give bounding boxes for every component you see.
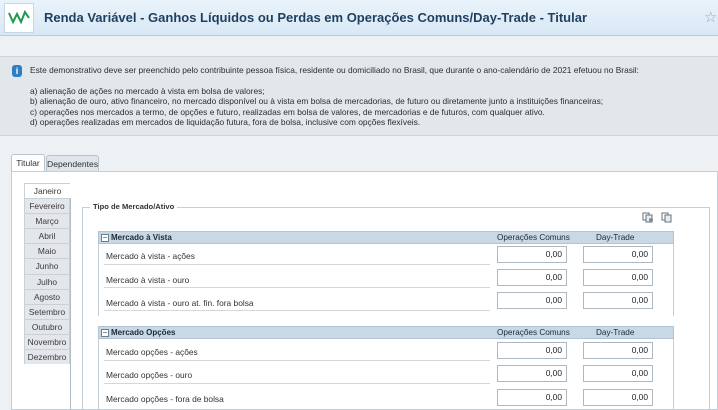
collapse-icon[interactable]: − xyxy=(101,329,109,337)
column-header-operacoes-comuns: Operações Comuns xyxy=(497,233,570,242)
month-divider xyxy=(70,198,71,410)
row-divider xyxy=(104,264,490,265)
info-item: c) operações nos mercados a termo, de op… xyxy=(30,106,545,117)
day-trade-input[interactable]: 0,00 xyxy=(583,269,653,286)
info-box: i Este demonstrativo deve ser preenchido… xyxy=(0,56,718,136)
tab-titular[interactable]: Titular xyxy=(11,154,45,172)
section-header-vista: − Mercado à Vista Operações Comuns Day-T… xyxy=(98,231,674,244)
info-list: a) alienação de ações no mercado à vista… xyxy=(30,86,603,127)
info-item: d) operações realizadas em mercados de l… xyxy=(30,116,421,127)
month-dezembro[interactable]: Dezembro xyxy=(24,349,70,365)
month-abril[interactable]: Abril xyxy=(24,228,70,244)
day-trade-input[interactable]: 0,00 xyxy=(583,365,653,382)
info-icon: i xyxy=(12,65,22,77)
month-julho[interactable]: Julho xyxy=(24,273,70,289)
column-header-operacoes-comuns: Operações Comuns xyxy=(497,328,570,337)
section-title: Mercado Opções xyxy=(111,328,176,337)
info-item: a) alienação de ações no mercado à vista… xyxy=(30,86,265,96)
section-title: Mercado à Vista xyxy=(111,233,172,242)
copy-icon[interactable] xyxy=(642,212,654,223)
row-label: Mercado à vista - ouro at. fin. fora bol… xyxy=(106,298,254,308)
day-trade-input[interactable]: 0,00 xyxy=(583,342,653,359)
day-trade-input[interactable]: 0,00 xyxy=(583,292,653,309)
section-header-opcoes: − Mercado Opções Operações Comuns Day-Tr… xyxy=(98,326,674,339)
collapse-icon[interactable]: − xyxy=(101,234,109,242)
page-title: Renda Variável - Ganhos Líquidos ou Perd… xyxy=(44,10,588,25)
month-marco[interactable]: Março xyxy=(24,213,70,229)
duplicate-icon[interactable] xyxy=(661,212,673,223)
row-label: Mercado opções - ações xyxy=(106,347,198,357)
header-bar: Renda Variável - Ganhos Líquidos ou Perd… xyxy=(0,0,718,36)
row-label: Mercado à vista - ações xyxy=(106,251,195,261)
operacoes-comuns-input[interactable]: 0,00 xyxy=(497,246,567,263)
row-label: Mercado opções - ouro xyxy=(106,370,193,380)
row-divider xyxy=(104,360,490,361)
info-intro: Este demonstrativo deve ser preenchido p… xyxy=(30,65,639,75)
month-janeiro[interactable]: Janeiro xyxy=(24,183,70,199)
operacoes-comuns-input[interactable]: 0,00 xyxy=(497,389,567,406)
day-trade-input[interactable]: 0,00 xyxy=(583,389,653,406)
column-header-day-trade: Day-Trade xyxy=(596,233,635,242)
day-trade-input[interactable]: 0,00 xyxy=(583,246,653,263)
row-divider xyxy=(104,310,490,311)
month-fevereiro[interactable]: Fevereiro xyxy=(24,198,70,214)
row-label: Mercado à vista - ouro xyxy=(106,275,190,285)
operacoes-comuns-input[interactable]: 0,00 xyxy=(497,342,567,359)
info-item: b) alienação de ouro, ativo financeiro, … xyxy=(30,96,604,107)
month-agosto[interactable]: Agosto xyxy=(24,288,70,304)
logo-icon xyxy=(8,10,30,24)
month-maio[interactable]: Maio xyxy=(24,243,70,259)
favorite-star-icon[interactable]: ☆ xyxy=(704,8,717,26)
operacoes-comuns-input[interactable]: 0,00 xyxy=(497,269,567,286)
operacoes-comuns-input[interactable]: 0,00 xyxy=(497,292,567,309)
fieldset-legend: Tipo de Mercado/Ativo xyxy=(90,202,178,211)
operacoes-comuns-input[interactable]: 0,00 xyxy=(497,365,567,382)
row-divider xyxy=(104,287,490,288)
tab-dependentes[interactable]: Dependentes xyxy=(46,155,99,172)
month-novembro[interactable]: Novembro xyxy=(24,333,70,350)
app-logo xyxy=(4,3,34,33)
page: Renda Variável - Ganhos Líquidos ou Perd… xyxy=(0,0,718,410)
month-outubro[interactable]: Outubro xyxy=(24,318,70,334)
column-header-day-trade: Day-Trade xyxy=(596,328,635,337)
row-divider xyxy=(104,383,490,384)
month-list: Janeiro Fevereiro Março Abril Maio Junho… xyxy=(24,183,70,365)
row-label: Mercado opções - fora de bolsa xyxy=(106,394,224,404)
month-junho[interactable]: Junho xyxy=(24,258,70,274)
month-setembro[interactable]: Setembro xyxy=(24,303,70,319)
